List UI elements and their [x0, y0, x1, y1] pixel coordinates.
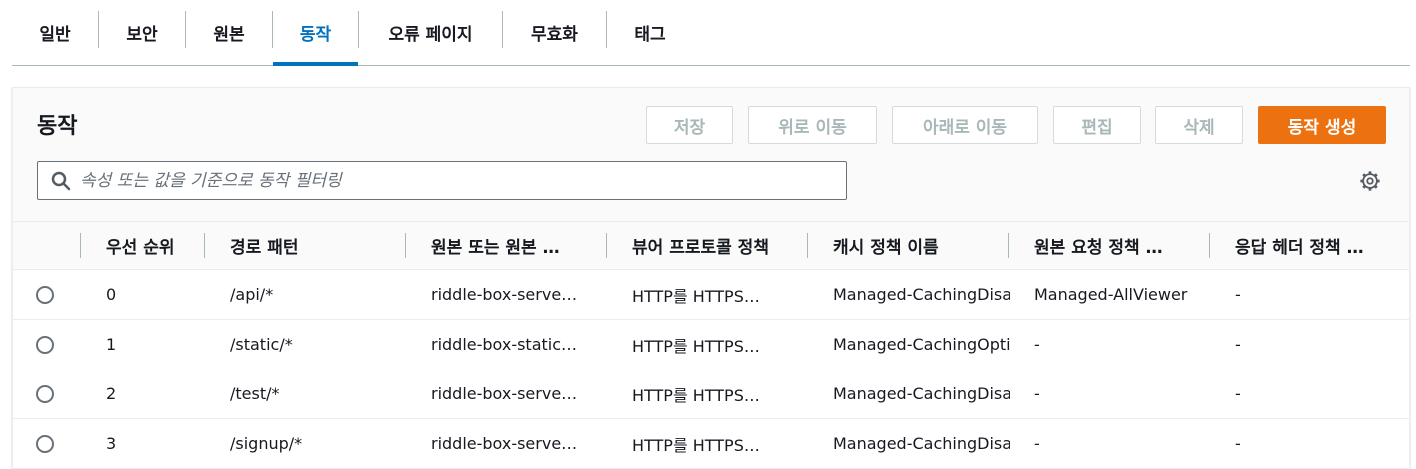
- column-header-cache-policy[interactable]: 캐시 정책 이름: [833, 222, 1003, 269]
- tab-behaviors[interactable]: 동작: [273, 0, 358, 66]
- column-header-priority[interactable]: 우선 순위: [106, 222, 201, 269]
- column-header-viewer-protocol[interactable]: 뷰어 프로토콜 정책: [632, 222, 802, 269]
- cell-priority: 2: [106, 384, 117, 403]
- cell-origin-request-policy: -: [1034, 384, 1040, 403]
- edit-button[interactable]: 편집: [1053, 106, 1141, 144]
- cell-origin: riddle-box-static…: [431, 335, 578, 354]
- cell-priority: 3: [106, 434, 117, 453]
- row-select-radio[interactable]: [36, 435, 54, 453]
- cell-cache-policy: Managed-CachingOpti: [833, 335, 1010, 354]
- cell-path-pattern: /signup/*: [230, 434, 303, 453]
- tab-general[interactable]: 일반: [12, 0, 98, 65]
- row-select-radio[interactable]: [36, 286, 54, 304]
- cell-origin-request-policy: Managed-AllViewer: [1034, 285, 1188, 304]
- cell-cache-policy: Managed-CachingDisa: [833, 384, 1010, 403]
- column-divider: [1008, 233, 1009, 258]
- cell-priority: 0: [106, 285, 117, 304]
- column-header-path-pattern[interactable]: 경로 패턴: [230, 222, 400, 269]
- row-select-radio[interactable]: [36, 336, 54, 354]
- delete-button[interactable]: 삭제: [1155, 106, 1243, 144]
- table-row[interactable]: 0 /api/* riddle-box-serve… HTTP를 HTTPS… …: [13, 270, 1409, 320]
- column-divider: [204, 233, 205, 258]
- cell-origin: riddle-box-serve…: [431, 434, 578, 453]
- cell-origin: riddle-box-serve…: [431, 384, 578, 403]
- table-header: 우선 순위 경로 패턴 원본 또는 원본 … 뷰어 프로토콜 정책 캐시 정책 …: [13, 221, 1409, 270]
- column-divider: [606, 233, 607, 258]
- column-header-origin-request-policy[interactable]: 원본 요청 정책 …: [1034, 222, 1204, 269]
- cell-path-pattern: /static/*: [230, 335, 293, 354]
- cell-response-headers-policy: -: [1235, 285, 1241, 304]
- cell-viewer-protocol: HTTP를 HTTPS…: [632, 435, 760, 455]
- cell-viewer-protocol: HTTP를 HTTPS…: [632, 286, 760, 306]
- create-behavior-button[interactable]: 동작 생성: [1258, 106, 1386, 144]
- tab-tags[interactable]: 태그: [607, 0, 693, 65]
- column-divider: [405, 233, 406, 258]
- tab-security[interactable]: 보안: [99, 0, 185, 65]
- search-input[interactable]: [80, 170, 820, 191]
- column-divider: [80, 233, 81, 258]
- tab-bar: 일반 보안 원본 동작 오류 페이지 무효화 태그: [12, 0, 1410, 66]
- column-divider: [807, 233, 808, 258]
- row-select-radio[interactable]: [36, 385, 54, 403]
- tab-error-pages[interactable]: 오류 페이지: [359, 0, 502, 65]
- cell-response-headers-policy: -: [1235, 335, 1241, 354]
- panel-title: 동작: [37, 114, 78, 139]
- cell-path-pattern: /api/*: [230, 285, 274, 304]
- table-row[interactable]: 3 /signup/* riddle-box-serve… HTTP를 HTTP…: [13, 419, 1409, 469]
- table-row[interactable]: 1 /static/* riddle-box-static… HTTP를 HTT…: [13, 320, 1409, 370]
- cell-response-headers-policy: -: [1235, 384, 1241, 403]
- cell-origin: riddle-box-serve…: [431, 285, 578, 304]
- cell-response-headers-policy: -: [1235, 434, 1241, 453]
- cell-cache-policy: Managed-CachingDisa: [833, 434, 1010, 453]
- column-header-origin[interactable]: 원본 또는 원본 …: [431, 222, 601, 269]
- search-icon: [51, 171, 71, 190]
- tab-invalidations[interactable]: 무효화: [503, 0, 606, 65]
- cell-viewer-protocol: HTTP를 HTTPS…: [632, 336, 760, 356]
- save-button[interactable]: 저장: [646, 106, 733, 144]
- cell-cache-policy: Managed-CachingDisa: [833, 285, 1010, 304]
- move-down-button[interactable]: 아래로 이동: [892, 106, 1038, 144]
- column-header-response-headers-policy[interactable]: 응답 헤더 정책 …: [1235, 222, 1405, 269]
- tab-origins[interactable]: 원본: [186, 0, 272, 65]
- column-divider: [1209, 233, 1210, 258]
- table-row[interactable]: 2 /test/* riddle-box-serve… HTTP를 HTTPS……: [13, 369, 1409, 419]
- move-up-button[interactable]: 위로 이동: [748, 106, 877, 144]
- cell-path-pattern: /test/*: [230, 384, 280, 403]
- cell-origin-request-policy: -: [1034, 335, 1040, 354]
- filter-search-box[interactable]: [37, 161, 847, 200]
- cell-priority: 1: [106, 335, 117, 354]
- cell-viewer-protocol: HTTP를 HTTPS…: [632, 385, 760, 405]
- gear-icon[interactable]: [1359, 170, 1381, 192]
- cell-origin-request-policy: -: [1034, 434, 1040, 453]
